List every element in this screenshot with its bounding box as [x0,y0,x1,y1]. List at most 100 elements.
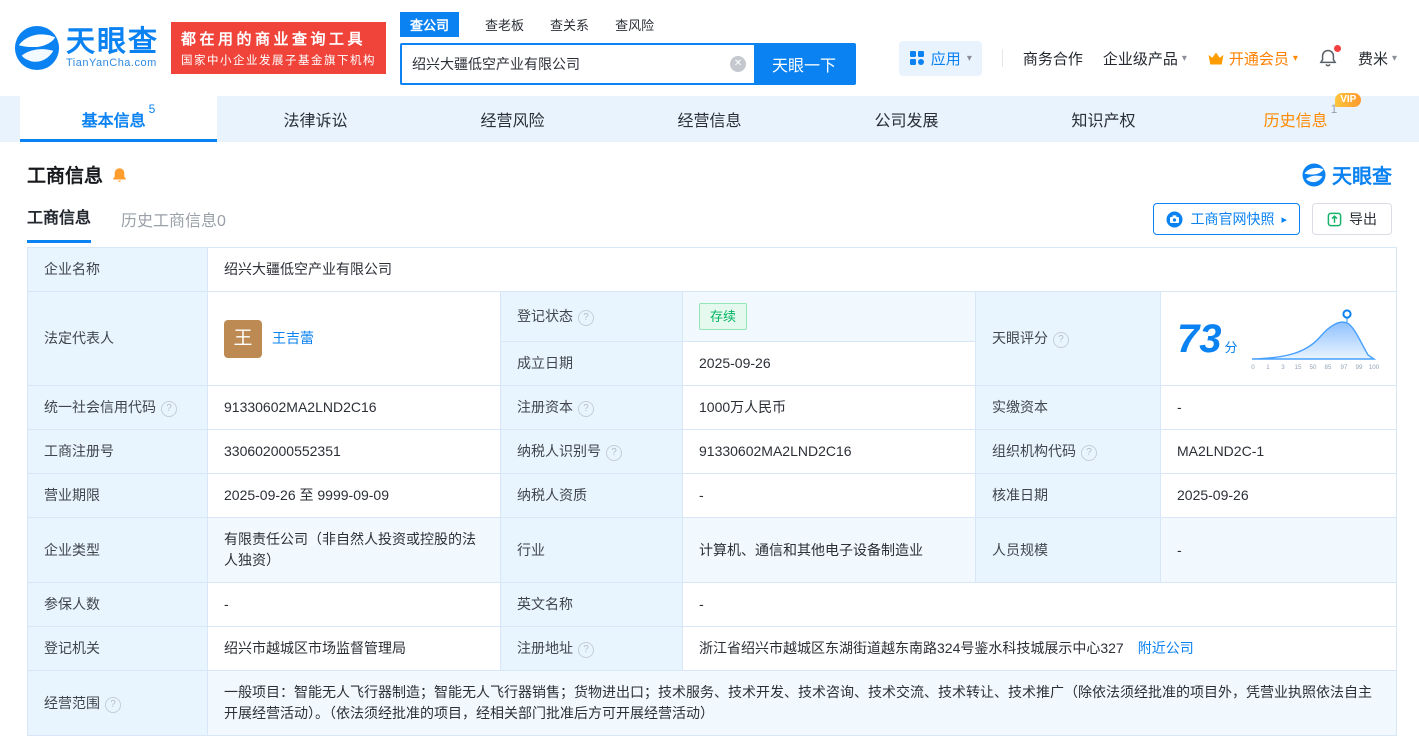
export-label: 导出 [1349,211,1377,227]
nav-divider [1001,49,1003,67]
notifications-bell[interactable] [1318,45,1341,69]
legal-rep-link[interactable]: 王吉蕾 [272,328,314,349]
tab-label: 经营风险 [480,113,545,130]
camera-icon [1166,211,1183,227]
svg-text:99: 99 [1356,364,1363,371]
tianyancha-logo[interactable]: 天眼查 TianYanCha.com [14,25,159,71]
label-text: 组织机构代码 [992,443,1076,459]
field-value-reg-address: 浙江省绍兴市越城区东湖街道越东南路324号鉴水科技城展示中心327 附近公司 [682,626,1397,671]
value-text: 一般项目：智能无人飞行器制造；智能无人飞行器销售；货物进出口；技术服务、技术开发… [224,684,1372,721]
field-label-approval-date: 核准日期 [975,473,1161,518]
search-tab-relation[interactable]: 查关系 [550,15,589,34]
nearby-companies-link[interactable]: 附近公司 [1138,640,1194,656]
field-label-paid-capital: 实缴资本 [975,385,1161,430]
value-text: 计算机、通信和其他电子设备制造业 [699,541,923,558]
label-text: 核准日期 [992,487,1048,503]
help-icon[interactable]: ? [161,401,177,417]
export-button[interactable]: 导出 [1312,203,1392,235]
slogan-line1: 都在用的商业查询工具 [181,31,367,48]
apps-menu-button[interactable]: 应用 ▾ [898,40,982,76]
legal-rep-avatar[interactable]: 王 [224,319,262,358]
business-snapshot-button[interactable]: 工商官网快照 ▸ [1153,203,1300,235]
tab-company-development[interactable]: 公司发展 [808,96,1005,142]
nav-open-membership[interactable]: 开通会员 ▾ [1207,48,1298,69]
tab-label: 基本信息 [81,113,146,130]
help-icon[interactable]: ? [578,401,594,417]
tab-basic-info[interactable]: 基本信息 5 [20,96,217,142]
help-icon[interactable]: ? [578,642,594,658]
tab-label: 经营信息 [677,113,742,130]
score-unit: 分 [1224,339,1238,355]
value-text: - [699,487,704,503]
label-text: 登记机关 [44,640,100,656]
field-label-reg-authority: 登记机关 [27,626,208,671]
label-text: 纳税人资质 [517,487,587,503]
field-label-insured-count: 参保人数 [27,582,208,627]
search-tab-risk[interactable]: 查风险 [615,15,654,34]
field-label-reg-number: 工商注册号 [27,429,208,474]
tab-history-info[interactable]: 历史信息 1 VIP [1202,93,1399,142]
logo-name: 天眼查 [66,26,160,58]
subtab-history-business-info[interactable]: 历史工商信息0 [121,207,226,243]
tab-legal-proceedings[interactable]: 法律诉讼 [217,96,414,142]
clear-search-icon[interactable]: ✕ [730,55,747,72]
tianyan-score[interactable]: 73 分 [1177,319,1238,359]
subscribe-bell-icon[interactable] [111,166,128,184]
field-value-taxpayer-quality: - [682,473,976,518]
nav-business-cooperation[interactable]: 商务合作 [1023,48,1083,69]
search-button[interactable]: 天眼一下 [754,44,855,83]
subtab-business-info[interactable]: 工商信息 [27,204,92,243]
help-icon[interactable]: ? [105,696,121,713]
svg-text:97: 97 [1341,364,1348,371]
help-icon[interactable]: ? [606,445,622,461]
enterprise-label: 企业级产品 [1102,50,1178,68]
help-icon[interactable]: ? [1081,445,1097,461]
subtab-row: 工商信息 历史工商信息0 工商官网快照 ▸ 导出 [27,203,1392,243]
score-marker-dot [1342,308,1352,319]
crown-icon [1208,52,1224,64]
tab-operating-risk[interactable]: 经营风险 [414,96,611,142]
tianyancha-logo-icon [1302,163,1326,186]
help-icon[interactable]: ? [578,310,594,326]
search-tab-boss[interactable]: 查老板 [485,15,524,34]
user-menu[interactable]: 费米 ▾ [1358,48,1397,69]
field-label-score: 天眼评分? [975,291,1161,386]
score-distribution-chart[interactable]: 0 1 3 15 50 85 97 99 100 [1248,307,1380,371]
score-curve [1251,321,1377,360]
nav-enterprise-products[interactable]: 企业级产品 ▾ [1103,48,1187,69]
tab-intellectual-property[interactable]: 知识产权 [1005,96,1202,142]
label-text: 人员规模 [992,541,1048,558]
subtab-actions: 工商官网快照 ▸ 导出 [1153,203,1392,243]
label-text: 企业名称 [44,261,100,277]
label-text: 参保人数 [44,596,100,612]
value-text: - [699,596,704,612]
slogan-line2: 国家中小企业发展子基金旗下机构 [181,55,377,67]
table-row: 经营范围? 一般项目：智能无人飞行器制造；智能无人飞行器销售；货物进出口；技术服… [27,670,1397,736]
field-value-reg-status: 存续 [682,291,976,342]
help-icon[interactable]: ? [1053,332,1069,348]
value-text: MA2LND2C-1 [1177,443,1265,459]
field-value-credit-code: 91330602MA2LND2C16 [207,385,501,430]
table-row: 工商注册号 330602000552351 纳税人识别号? 91330602MA… [27,429,1397,474]
field-label-company-name: 企业名称 [27,247,208,292]
field-value-paid-capital: - [1160,385,1397,430]
field-value-company-type: 有限责任公司（非自然人投资或控股的法人独资） [207,517,501,583]
value-text: 2025-09-26 [1177,487,1249,503]
value-text: 有限责任公司（非自然人投资或控股的法人独资） [224,531,476,568]
brand-watermark: 天眼查 [1302,160,1392,189]
chevron-down-icon: ▾ [1391,52,1397,64]
company-nav-tabs: 基本信息 5 法律诉讼 经营风险 经营信息 公司发展 知识产权 历史信息 1 VIP [0,93,1419,142]
field-label-business-term: 营业期限 [27,473,208,518]
membership-label: 开通会员 [1228,50,1289,68]
tab-operating-info[interactable]: 经营信息 [611,96,808,142]
tab-label: 法律诉讼 [283,113,348,130]
search-input[interactable] [402,44,731,83]
search-tab-company[interactable]: 查公司 [400,11,460,37]
top-header: 天眼查 TianYanCha.com 都在用的商业查询工具 国家中小企业发展子基… [0,0,1419,96]
export-icon [1327,212,1342,226]
field-value-reg-number: 330602000552351 [207,429,501,474]
score-axis-ticks: 0 1 3 15 50 85 97 99 100 [1251,364,1379,371]
field-label-establish-date: 成立日期 [500,341,683,386]
brand-name: 天眼查 [1332,166,1392,188]
label-text: 工商注册号 [44,443,114,459]
